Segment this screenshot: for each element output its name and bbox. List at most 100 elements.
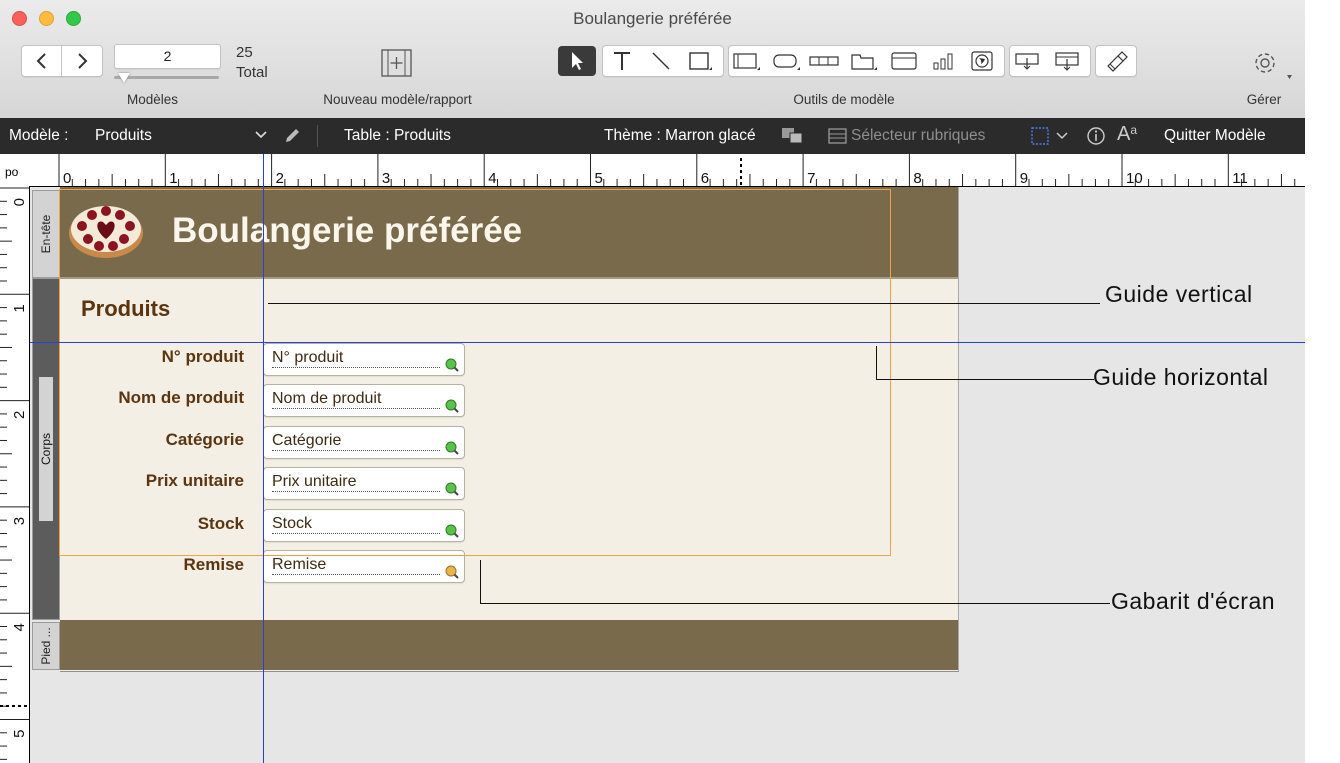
chevron-left-icon bbox=[36, 53, 46, 69]
layout-slider-thumb[interactable] bbox=[118, 73, 130, 83]
callout-horizontal-guide: Guide horizontal bbox=[1093, 364, 1269, 390]
ruler-unit-label: po bbox=[5, 165, 19, 179]
exit-layout-button[interactable]: Quitter Modèle bbox=[1164, 127, 1266, 145]
layout-bar: Modèle : Produits Table : Produits Thème… bbox=[0, 118, 1305, 154]
callout-line-stencil bbox=[480, 603, 1110, 604]
ruler-number: 3 bbox=[382, 170, 390, 186]
vertical-guide[interactable] bbox=[263, 154, 264, 763]
table-label: Table : Produits bbox=[344, 127, 451, 144]
ruler-number: 0 bbox=[63, 170, 71, 186]
layout-number-field[interactable]: 2 bbox=[114, 44, 221, 69]
ruler-number: 4 bbox=[11, 623, 28, 631]
manage-button[interactable] bbox=[1244, 45, 1294, 83]
ruler-number: 11 bbox=[1232, 170, 1248, 186]
layout-tools-label: Outils de modèle bbox=[793, 92, 895, 107]
header-part-tab[interactable]: En-tête bbox=[32, 190, 60, 278]
callout-screen-stencil: Gabarit d'écran bbox=[1111, 588, 1276, 614]
text-icon bbox=[614, 52, 630, 70]
ruler-number: 4 bbox=[488, 170, 496, 186]
button-bar-icon bbox=[809, 56, 839, 66]
rectangle-tool[interactable] bbox=[684, 47, 716, 75]
horizontal-guide[interactable] bbox=[30, 342, 1305, 343]
ruler-number: 10 bbox=[1126, 170, 1143, 186]
insert-part-tool[interactable] bbox=[1052, 47, 1084, 75]
rectangle-icon bbox=[689, 52, 712, 70]
web-viewer-icon bbox=[971, 51, 993, 71]
previous-layout-button[interactable] bbox=[21, 45, 63, 77]
tab-control-icon bbox=[851, 54, 877, 70]
layout-menu[interactable]: Produits bbox=[95, 127, 152, 145]
format-painter-button[interactable] bbox=[1095, 45, 1137, 77]
ruler-number: 5 bbox=[11, 730, 28, 738]
portal-tool[interactable] bbox=[888, 47, 920, 75]
field-magnifier-icon bbox=[445, 565, 459, 579]
ruler-number: 2 bbox=[11, 411, 28, 419]
total-label: Total bbox=[236, 64, 268, 81]
layout-prefix: Modèle : bbox=[9, 127, 69, 144]
vertical-ruler-ticks: 0 1 2 3 4 5 bbox=[0, 187, 29, 760]
button-icon bbox=[773, 54, 800, 70]
field-icon bbox=[733, 53, 760, 70]
vertical-ruler[interactable]: 0 1 2 3 4 5 bbox=[0, 186, 30, 763]
footer-part-tab[interactable]: Pied ... bbox=[32, 622, 60, 670]
button-tool[interactable] bbox=[770, 47, 802, 75]
theme-icon[interactable] bbox=[781, 126, 805, 151]
guides-icon[interactable] bbox=[1030, 126, 1052, 151]
edit-layout-pencil-icon[interactable] bbox=[283, 127, 301, 150]
manage-label: Gérer bbox=[1246, 92, 1282, 107]
chevron-right-icon bbox=[78, 53, 88, 69]
ruler-number: 5 bbox=[595, 170, 603, 186]
new-layout-label: Nouveau modèle/rapport bbox=[323, 92, 472, 107]
layout-number-value: 2 bbox=[163, 48, 172, 64]
ruler-number: 2 bbox=[276, 170, 284, 186]
format-painter-icon bbox=[1107, 51, 1128, 72]
field-tool[interactable] bbox=[730, 47, 762, 75]
ruler-number: 1 bbox=[169, 170, 177, 186]
tab-control-tool[interactable] bbox=[848, 47, 880, 75]
chart-icon bbox=[933, 53, 953, 70]
ruler-number: 6 bbox=[701, 170, 709, 186]
theme-label[interactable]: Thème : Marron glacé bbox=[604, 127, 756, 145]
field-value: Remise bbox=[272, 556, 327, 573]
window-title: Boulangerie préférée bbox=[573, 9, 732, 28]
chevron-down-icon-guides[interactable] bbox=[1055, 129, 1069, 147]
layouts-label: Modèles bbox=[126, 92, 179, 107]
text-format-icon[interactable]: Aa bbox=[1117, 123, 1137, 146]
button-bar-tool[interactable] bbox=[808, 47, 840, 75]
web-viewer-tool[interactable] bbox=[966, 47, 998, 75]
format-bar-divider bbox=[317, 125, 318, 147]
insert-part-icon bbox=[1055, 52, 1079, 71]
new-layout-icon bbox=[381, 49, 412, 77]
new-layout-button[interactable] bbox=[380, 48, 413, 78]
ruler-number: 3 bbox=[11, 517, 28, 525]
footer-part[interactable] bbox=[60, 620, 958, 670]
ruler-number: 8 bbox=[913, 170, 921, 186]
field-picker-icon[interactable] bbox=[828, 128, 848, 149]
field-label[interactable]: Remise bbox=[44, 555, 244, 575]
gear-icon bbox=[1255, 53, 1292, 79]
ruler-number: 1 bbox=[11, 304, 28, 312]
insert-field-tool[interactable] bbox=[1012, 47, 1044, 75]
horizontal-ruler[interactable]: 0 1 2 3 4 5 6 7 8 9 10 11 bbox=[30, 154, 1305, 187]
info-icon[interactable] bbox=[1086, 126, 1106, 151]
portal-icon bbox=[891, 52, 917, 70]
pointer-tool[interactable] bbox=[558, 46, 596, 76]
line-tool[interactable] bbox=[645, 47, 677, 75]
toolbar: Boulangerie préférée 2 25 Total Modèles bbox=[0, 0, 1305, 119]
text-tool[interactable] bbox=[606, 47, 638, 75]
chart-tool[interactable] bbox=[928, 47, 960, 75]
ruler-number: 7 bbox=[807, 170, 815, 186]
callout-line-horizontal-guide-v bbox=[876, 346, 877, 379]
total-count: 25 bbox=[236, 44, 253, 61]
ruler-unit-corner[interactable]: po bbox=[0, 154, 31, 187]
callout-line-stencil-v bbox=[480, 560, 481, 603]
screen-stencil bbox=[59, 189, 891, 556]
chevron-down-icon[interactable] bbox=[254, 128, 268, 146]
pointer-icon bbox=[572, 52, 583, 70]
field-picker-button[interactable]: Sélecteur rubriques bbox=[851, 127, 985, 145]
horizontal-ruler-ticks: 0 1 2 3 4 5 6 7 8 9 10 11 bbox=[58, 154, 1296, 186]
callout-vertical-guide: Guide vertical bbox=[1105, 281, 1253, 307]
ruler-number: 9 bbox=[1020, 170, 1028, 186]
ruler-number: 0 bbox=[11, 198, 28, 206]
next-layout-button[interactable] bbox=[61, 45, 103, 77]
